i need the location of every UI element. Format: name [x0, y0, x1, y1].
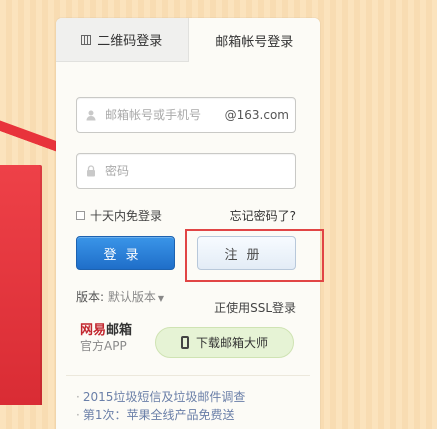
login-panel: 二维码登录 邮箱帐号登录 @163.com 十天内免登录 忘记密码了? 登录 注…	[56, 18, 324, 429]
version-label: 版本:	[76, 290, 105, 304]
login-options: 十天内免登录 忘记密码了?	[76, 207, 296, 225]
register-highlight-box	[185, 229, 324, 282]
qr-code-icon	[81, 34, 92, 45]
app-brand-main: 网易	[80, 323, 107, 338]
remember-me-label: 十天内免登录	[90, 209, 163, 223]
download-app-button[interactable]: 下载邮箱大师	[155, 327, 294, 358]
remember-me[interactable]: 十天内免登录	[76, 207, 162, 224]
forgot-password-link[interactable]: 忘记密码了?	[230, 207, 296, 224]
download-app-label: 下载邮箱大师	[195, 336, 268, 350]
app-brand-sub: 官方APP	[80, 339, 127, 354]
app-logo: 网易邮箱 官方APP	[80, 323, 133, 354]
caret-down-icon: ▼	[157, 294, 165, 303]
tab-email-login[interactable]: 邮箱帐号登录	[188, 18, 320, 62]
password-field[interactable]	[76, 153, 296, 189]
app-brand: 网易邮箱	[80, 323, 133, 338]
lock-icon	[87, 165, 95, 177]
login-tabs: 二维码登录 邮箱帐号登录	[56, 18, 320, 62]
user-icon	[86, 110, 96, 121]
decorative-envelope	[0, 165, 42, 405]
login-button[interactable]: 登录	[76, 236, 175, 270]
remember-me-checkbox[interactable]	[76, 211, 85, 220]
version-selector[interactable]: 版本: 默认版本 ▼	[76, 288, 164, 305]
tab-qr-login[interactable]: 二维码登录	[56, 18, 189, 62]
ssl-login-link[interactable]: 正使用SSL登录	[214, 299, 296, 316]
tab-qr-login-label: 二维码登录	[97, 34, 163, 49]
section-divider	[66, 375, 310, 376]
account-field[interactable]: @163.com	[76, 97, 296, 133]
news-list: 2015垃圾短信及垃圾邮件调查 第1次：苹果全线产品免费送	[76, 388, 246, 424]
app-brand-mail: 邮箱	[106, 323, 133, 338]
phone-icon	[180, 336, 189, 349]
account-domain-suffix: @163.com	[224, 108, 289, 122]
tab-email-login-label: 邮箱帐号登录	[215, 34, 294, 50]
password-input[interactable]	[105, 162, 265, 180]
news-item[interactable]: 2015垃圾短信及垃圾邮件调查	[76, 388, 246, 406]
news-item[interactable]: 第1次：苹果全线产品免费送	[76, 406, 245, 424]
version-value: 默认版本	[107, 290, 156, 304]
